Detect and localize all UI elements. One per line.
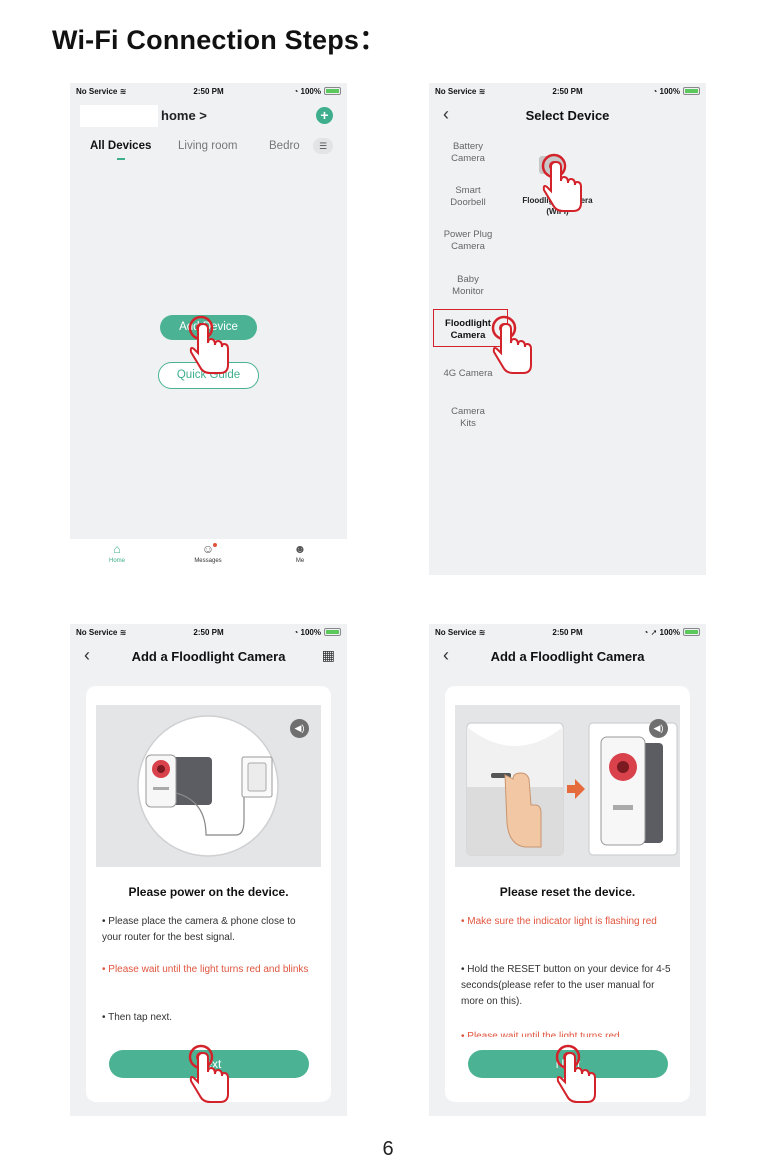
- battery-icon: [683, 87, 700, 95]
- instruction-paragraph-2: • Please wait until the light turns red …: [102, 964, 309, 975]
- screenshot-select-device: No Service ≋ 2:50 PM ◔ 100% ‹ Select Dev…: [429, 83, 706, 575]
- nav-header: ‹ Add a Floodlight Camera ▦: [70, 642, 347, 672]
- status-bar: No Service ≋ 2:50 PM ◔ 100%: [70, 83, 347, 101]
- product-label[interactable]: Floodlight Camera (WIFI): [515, 195, 600, 217]
- instruction-card: ◀) Please power on the device. • Please …: [86, 686, 331, 1102]
- nav-header: ‹ Select Device: [429, 101, 706, 131]
- messages-icon: ☺: [201, 542, 215, 556]
- category-smart-doorbell[interactable]: Smart Doorbell: [429, 185, 507, 209]
- nav-header: ‹ Add a Floodlight Camera: [429, 642, 706, 672]
- camera-plug-illustration: [137, 715, 279, 857]
- unread-dot: [213, 543, 217, 547]
- status-bar: No Service ≋ 2:50 PM ◔ ➚ 100%: [429, 624, 706, 642]
- instruction-card: ◀) Please reset the device. • Make sure …: [445, 686, 690, 1102]
- battery-percent: ◔ ➚ 100%: [643, 628, 680, 637]
- qr-code-icon[interactable]: ▦: [322, 647, 335, 663]
- page-number: 6: [382, 1138, 394, 1160]
- reset-button-illustration: [466, 722, 678, 856]
- battery-icon: [324, 87, 341, 95]
- instruction-paragraph-1: • Make sure the indicator light is flash…: [461, 916, 657, 927]
- screen-title: Add a Floodlight Camera: [490, 649, 645, 664]
- selection-highlight: [433, 309, 508, 347]
- screen-title: Add a Floodlight Camera: [131, 649, 286, 664]
- next-button[interactable]: Next: [109, 1050, 309, 1078]
- category-battery-camera[interactable]: Battery Camera: [429, 141, 507, 165]
- status-bar: No Service ≋ 2:50 PM ◔ 100%: [70, 624, 347, 642]
- tab-all-devices[interactable]: All Devices: [90, 140, 151, 152]
- instruction-paragraph-2: • Hold the RESET button on your device f…: [461, 964, 671, 1007]
- category-power-plug-camera[interactable]: Power Plug Camera: [429, 229, 507, 253]
- speaker-icon[interactable]: ◀): [290, 719, 309, 738]
- instruction-heading: Please reset the device.: [499, 885, 636, 899]
- home-icon: ⌂: [113, 542, 121, 556]
- home-header: home > +: [70, 101, 347, 127]
- next-button[interactable]: Next: [468, 1050, 668, 1078]
- menu-icon[interactable]: ☰: [313, 138, 333, 154]
- tab-living-room[interactable]: Living room: [178, 140, 237, 152]
- screenshot-home: No Service ≋ 2:50 PM ◔ 100% home > + All…: [70, 83, 347, 571]
- redacted-name: [80, 105, 158, 127]
- battery-icon: [683, 628, 700, 636]
- bottom-tabbar: ⌂ Home ☺ Messages ☻ Me: [70, 539, 347, 571]
- screenshot-power-on: No Service ≋ 2:50 PM ◔ 100% ‹ Add a Floo…: [70, 624, 347, 1116]
- category-camera-kits[interactable]: Camera Kits: [429, 406, 507, 430]
- tab-indicator: [117, 158, 125, 160]
- product-thumbnail[interactable]: [539, 156, 563, 174]
- status-bar: No Service ≋ 2:50 PM ◔ 100%: [429, 83, 706, 101]
- category-4g-camera[interactable]: 4G Camera: [429, 368, 507, 380]
- instruction-paragraph-3-cut: • Please wait until the light turns red: [461, 1031, 620, 1037]
- category-baby-monitor[interactable]: Baby Monitor: [429, 274, 507, 298]
- speaker-icon[interactable]: ◀): [649, 719, 668, 738]
- room-tabs: All Devices Living room Bedro ☰: [70, 138, 347, 160]
- tabbar-home[interactable]: ⌂ Home: [92, 542, 142, 564]
- battery-percent: ◔ 100%: [293, 628, 321, 637]
- power-on-illustration: ◀): [96, 705, 321, 867]
- battery-percent: ◔ 100%: [293, 87, 321, 96]
- tabbar-messages[interactable]: ☺ Messages: [183, 542, 233, 564]
- tabbar-me[interactable]: ☻ Me: [275, 542, 325, 564]
- instruction-paragraph-3: • Then tap next.: [102, 1012, 173, 1023]
- tab-bedroom[interactable]: Bedro: [269, 140, 300, 152]
- page-title: Wi-Fi Connection Steps：: [52, 25, 387, 55]
- add-icon[interactable]: +: [316, 107, 333, 124]
- instruction-paragraph-1: • Please place the camera & phone close …: [102, 916, 296, 943]
- home-selector[interactable]: home >: [161, 108, 207, 123]
- instruction-heading: Please power on the device.: [128, 885, 289, 899]
- screenshot-reset: No Service ≋ 2:50 PM ◔ ➚ 100% ‹ Add a Fl…: [429, 624, 706, 1116]
- reset-illustration: ◀): [455, 705, 680, 867]
- add-device-button[interactable]: Add Device: [160, 315, 257, 340]
- screen-title: Select Device: [525, 108, 610, 123]
- battery-icon: [324, 628, 341, 636]
- profile-icon: ☻: [293, 542, 307, 556]
- battery-percent: ◔ 100%: [652, 87, 680, 96]
- quick-guide-button[interactable]: Quick Guide: [158, 362, 259, 389]
